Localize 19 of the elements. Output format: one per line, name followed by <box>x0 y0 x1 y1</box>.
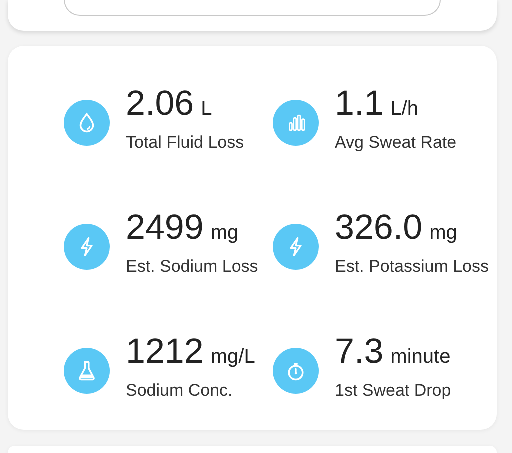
metric-label: Sodium Conc. <box>126 382 234 399</box>
metric-unit: minute <box>390 347 451 367</box>
metric-label: 1st Sweat Drop <box>335 382 452 399</box>
metric-unit: mg <box>210 223 239 243</box>
metric-label: Est. Sodium Loss <box>126 258 258 275</box>
metric-value: 1.1 <box>335 86 384 121</box>
metric-unit: L/h <box>390 99 418 119</box>
metric-value: 326.0 <box>335 210 423 245</box>
metric-value: 2499 <box>126 210 204 245</box>
metric-label: Est. Potassium Loss <box>335 258 490 275</box>
metric-label: Total Fluid Loss <box>126 134 244 151</box>
metric-unit: mg/L <box>210 347 256 367</box>
metric-label: Avg Sweat Rate <box>335 134 457 151</box>
metric-unit: mg <box>430 223 458 243</box>
outlined-button[interactable] <box>64 0 441 16</box>
metric-unit: L <box>201 99 212 119</box>
metric-value: 1212 <box>126 334 204 369</box>
metric-value: 2.06 <box>126 86 194 121</box>
metric-value: 7.3 <box>335 334 384 369</box>
